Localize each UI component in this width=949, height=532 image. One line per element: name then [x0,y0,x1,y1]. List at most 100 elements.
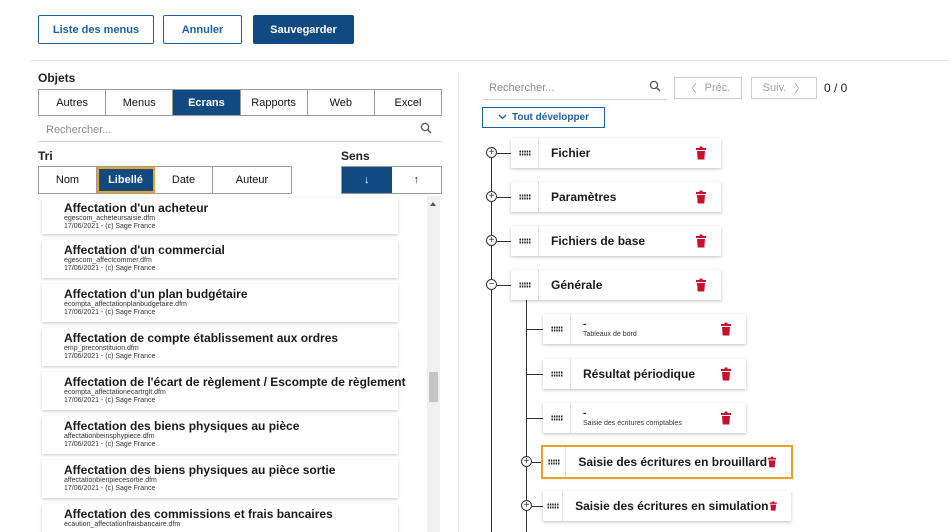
expand-toggle-icon[interactable]: + [486,235,497,246]
menu-search-input[interactable]: Rechercher... [483,76,667,100]
list-item[interactable]: Affectation des commissions et frais ban… [42,504,398,532]
drag-handle-icon[interactable] [511,182,539,212]
menu-node-saisie-ecritures-comptables[interactable]: - Saisie des écritures comptables [543,403,746,433]
item-title: Affectation d'un commercial [64,243,225,257]
trash-icon[interactable] [695,278,707,292]
trash-icon[interactable] [720,322,732,336]
expand-toggle-icon[interactable]: + [486,191,497,202]
sort-descending-button[interactable]: ↓ [342,167,392,193]
collapse-toggle-icon[interactable]: − [486,279,497,290]
tab-ecrans[interactable]: Ecrans [173,90,241,115]
tab-autres[interactable]: Autres [39,90,107,115]
drag-handle-icon[interactable] [543,403,571,433]
menu-node-fichiers-de-base[interactable]: Fichiers de base [511,226,721,256]
expand-toggle-icon[interactable]: + [486,147,497,158]
item-date: 17/06/2021 - (c) Sage France [64,353,156,360]
expand-all-label: Tout développer [511,112,590,123]
menu-node-fichier[interactable]: Fichier [511,138,721,168]
list-item[interactable]: Affectation d'un plan budgétaire ecompta… [42,284,398,322]
tree-connector [526,291,527,532]
tree-connector [497,197,511,198]
cancel-button[interactable]: Annuler [163,15,242,44]
tab-web[interactable]: Web [307,90,375,115]
menu-node-saisie-simulation[interactable]: Saisie des écritures en simulation [543,491,791,521]
menu-node-parametres[interactable]: Paramètres [511,182,721,212]
menu-node-tableaux-de-bord[interactable]: - Tableaux de bord [543,314,746,344]
expand-all-button[interactable]: Tout développer [482,107,605,128]
tree-connector [526,374,543,375]
trash-icon[interactable] [695,146,707,160]
drag-handle-icon[interactable] [511,270,539,300]
list-item[interactable]: Affectation des biens physiques au pièce… [42,460,398,498]
item-file: affectationbeinsphypiece.dfm [64,433,155,440]
sort-by-date[interactable]: Date [155,167,213,193]
tree-connector [532,506,543,507]
sort-by-name[interactable]: Nom [39,167,97,193]
drag-handle-icon[interactable] [511,226,539,256]
trash-icon[interactable] [695,190,707,204]
menu-node-generale[interactable]: Générale [511,270,721,300]
tree-connector [497,285,511,286]
drag-handle-icon[interactable] [511,138,539,168]
trash-icon[interactable] [695,234,707,248]
list-item[interactable]: Affectation de compte établissement aux … [42,328,398,366]
objects-search-input[interactable]: Rechercher... [38,118,442,142]
sort-label: Tri [38,149,53,163]
drag-handle-icon[interactable] [543,491,564,521]
item-title: Affectation d'un plan budgétaire [64,287,248,301]
scroll-up-icon[interactable] [430,202,436,206]
item-file: ecompta_affectationplanbudgetaire.dfm [64,301,187,308]
toolbar: Liste des menus Annuler Sauvegarder [0,0,949,62]
tree-connector [497,241,511,242]
trash-icon[interactable] [769,499,777,513]
search-placeholder: Rechercher... [46,123,112,136]
search-icon[interactable] [649,80,661,95]
search-icon[interactable] [420,122,432,137]
tab-menus[interactable]: Menus [106,90,174,115]
list-scrollbar[interactable] [427,196,440,532]
item-title: Affectation de l'écart de règlement / Es… [64,375,406,389]
trash-icon[interactable] [767,455,777,469]
node-label: Résultat périodique [583,367,696,381]
item-file: egescom_affectcommer.dfm [64,257,152,264]
drag-handle-icon[interactable] [543,447,567,477]
item-date: 17/06/2021 - (c) Sage France [64,441,156,448]
node-label: Générale [551,278,603,292]
list-item[interactable]: Affectation des biens physiques au pièce… [42,416,398,454]
list-item[interactable]: Affectation de l'écart de règlement / Es… [42,372,406,410]
menu-node-saisie-brouillard[interactable]: Saisie des écritures en brouillard [541,445,793,479]
item-title: Affectation des commissions et frais ban… [64,507,333,521]
item-date: 17/06/2021 - (c) Sage France [64,397,156,404]
next-button[interactable]: Suiv. 〉 [751,77,817,99]
next-label: Suiv. [762,82,787,94]
item-date: 17/06/2021 - (c) Sage France [64,485,156,492]
item-date: 17/06/2021 - (c) Sage France [64,265,156,272]
list-item[interactable]: Affectation d'un acheteur egescom_achete… [42,198,398,234]
sort-ascending-button[interactable]: ↑ [392,167,442,193]
sort-by-label[interactable]: Libellé [97,167,155,193]
tree-connector [526,418,543,419]
save-button[interactable]: Sauvegarder [253,15,354,44]
chevron-left-icon: 〈 [685,83,697,95]
trash-icon[interactable] [720,367,732,381]
drag-handle-icon[interactable] [543,359,571,389]
search-placeholder: Rechercher... [489,81,555,94]
sort-by-author[interactable]: Auteur [213,167,291,193]
tree-connector [526,329,543,330]
objects-list: Affectation d'un acheteur egescom_achete… [38,196,442,532]
menu-list-button[interactable]: Liste des menus [38,15,154,44]
tab-rapports[interactable]: Rapports [240,90,308,115]
expand-toggle-icon[interactable]: + [521,456,532,467]
node-sublabel: Tableaux de bord [583,330,637,338]
scrollbar-thumb[interactable] [429,372,438,402]
previous-button[interactable]: 〈 Préc. [674,77,742,99]
list-item[interactable]: Affectation d'un commercial egescom_affe… [42,240,398,278]
node-label: Saisie des écritures en brouillard [578,455,768,469]
menu-node-resultat-periodique[interactable]: Résultat périodique [543,359,746,389]
tree-connector [491,158,492,532]
tab-excel[interactable]: Excel [374,90,442,115]
trash-icon[interactable] [720,411,732,425]
expand-toggle-icon[interactable]: + [521,500,532,511]
direction-label: Sens [341,149,370,163]
drag-handle-icon[interactable] [543,314,571,344]
